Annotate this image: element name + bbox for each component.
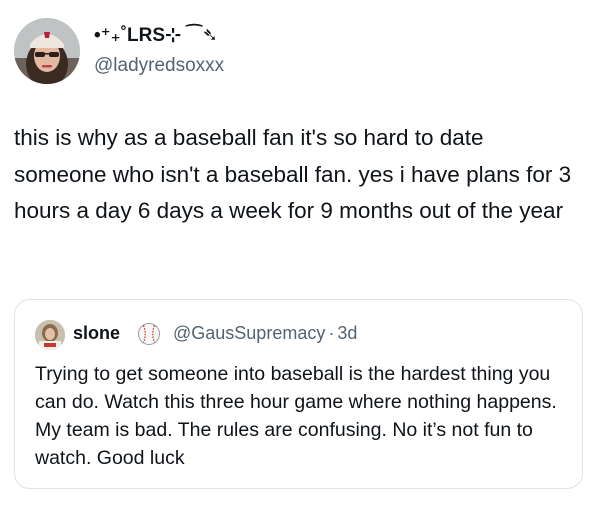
author-display-name[interactable]: •⁺₊˚LRS⊹ ⁀➴ [94,24,218,47]
author-handle[interactable]: @ladyredsoxxx [94,55,224,77]
tweet: •⁺₊˚LRS⊹ ⁀➴ @ladyredsoxxx this is why as… [0,0,599,519]
quoted-avatar-photo-icon [35,320,65,350]
author-avatar[interactable] [14,18,80,84]
quoted-timestamp[interactable]: 3d [337,323,357,343]
quoted-tweet-card[interactable]: slone @GausSupremacy · 3d Trying to get so… [14,299,583,489]
quoted-handle-and-time[interactable]: @GausSupremacy · 3d [173,323,357,344]
quoted-tweet-text: Trying to get someone into baseball is t… [35,363,557,469]
quoted-author-avatar[interactable] [35,320,65,350]
baseball-icon [137,322,161,346]
meta-separator: · [328,323,335,343]
quoted-author-handle[interactable]: @GausSupremacy [173,323,325,343]
quoted-author-display-name[interactable]: slone [73,323,120,344]
avatar-photo-icon [14,18,80,84]
tweet-text: this is why as a baseball fan it's so ha… [14,125,572,223]
